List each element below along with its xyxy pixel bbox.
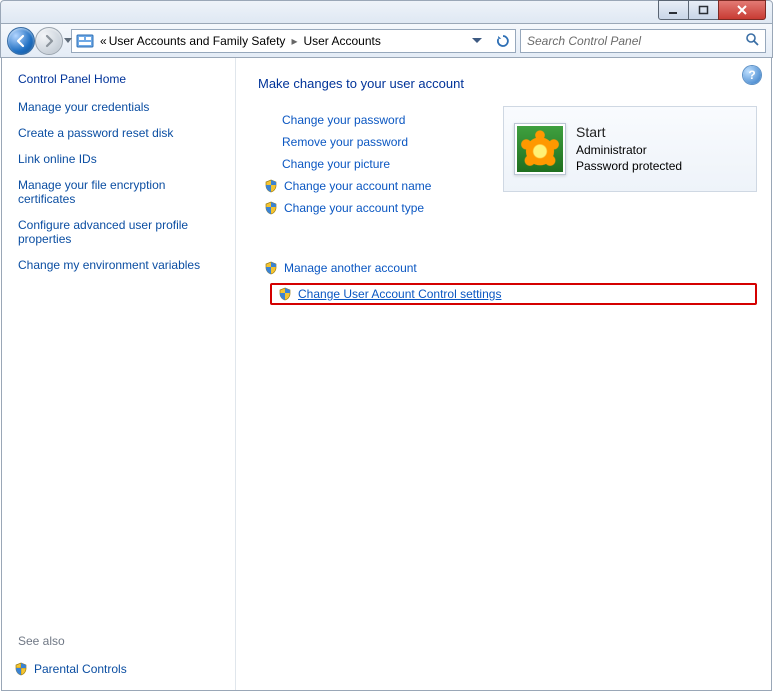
control-panel-icon bbox=[76, 32, 94, 50]
parental-controls-link[interactable]: Parental Controls bbox=[34, 662, 127, 676]
control-panel-home-link[interactable]: Control Panel Home bbox=[18, 72, 225, 86]
minimize-button[interactable] bbox=[658, 0, 689, 20]
shield-icon bbox=[264, 179, 278, 193]
sidebar-link-reset-disk[interactable]: Create a password reset disk bbox=[18, 126, 225, 140]
shield-icon bbox=[14, 662, 28, 676]
task-change-uac-settings[interactable]: Change User Account Control settings bbox=[298, 287, 501, 301]
sidebar-link-encryption-certs[interactable]: Manage your file encryption certificates bbox=[18, 178, 225, 206]
forward-button[interactable] bbox=[35, 27, 63, 55]
account-protection: Password protected bbox=[576, 158, 682, 174]
task-remove-password[interactable]: Remove your password bbox=[282, 135, 408, 149]
task-manage-another-account[interactable]: Manage another account bbox=[284, 261, 417, 275]
see-also-item[interactable]: Parental Controls bbox=[14, 662, 127, 676]
breadcrumb-current[interactable]: User Accounts bbox=[303, 34, 380, 48]
account-info: Start Administrator Password protected bbox=[576, 123, 682, 174]
account-name: Start bbox=[576, 123, 682, 142]
shield-icon bbox=[278, 287, 292, 301]
help-button[interactable]: ? bbox=[743, 66, 761, 84]
sidebar-link-credentials[interactable]: Manage your credentials bbox=[18, 100, 225, 114]
address-history-dropdown[interactable] bbox=[467, 31, 487, 51]
sidebar-link-profile-props[interactable]: Configure advanced user profile properti… bbox=[18, 218, 225, 246]
shield-icon bbox=[264, 261, 278, 275]
sidebar: Control Panel Home Manage your credentia… bbox=[2, 58, 236, 690]
recent-pages-dropdown[interactable] bbox=[63, 34, 73, 48]
content: Control Panel Home Manage your credentia… bbox=[1, 57, 772, 691]
account-avatar bbox=[514, 123, 566, 175]
title-bar bbox=[0, 0, 773, 24]
sidebar-link-online-ids[interactable]: Link online IDs bbox=[18, 152, 225, 166]
chevron-right-icon: ▸ bbox=[291, 34, 297, 48]
search-input[interactable] bbox=[525, 33, 745, 49]
task-change-picture[interactable]: Change your picture bbox=[282, 157, 390, 171]
search-box[interactable] bbox=[520, 29, 766, 53]
maximize-button[interactable] bbox=[688, 0, 719, 20]
breadcrumb-parent[interactable]: User Accounts and Family Safety bbox=[109, 34, 286, 48]
page-heading: Make changes to your user account bbox=[258, 76, 757, 91]
main-panel: ? Make changes to your user account Chan… bbox=[236, 58, 771, 690]
breadcrumb-prefix: « bbox=[100, 34, 107, 48]
see-also-label: See also bbox=[18, 634, 65, 648]
breadcrumb[interactable]: « User Accounts and Family Safety ▸ User… bbox=[100, 34, 461, 48]
nav-buttons bbox=[7, 27, 67, 55]
account-summary-box: Start Administrator Password protected bbox=[503, 106, 757, 192]
close-button[interactable] bbox=[718, 0, 766, 20]
task-change-password[interactable]: Change your password bbox=[282, 113, 405, 127]
back-button[interactable] bbox=[7, 27, 35, 55]
highlighted-task-row: Change User Account Control settings bbox=[270, 283, 757, 305]
task-change-account-name[interactable]: Change your account name bbox=[284, 179, 431, 193]
refresh-button[interactable] bbox=[493, 31, 513, 51]
nav-bar: « User Accounts and Family Safety ▸ User… bbox=[0, 24, 773, 58]
sidebar-link-env-vars[interactable]: Change my environment variables bbox=[18, 258, 225, 272]
task-change-account-type[interactable]: Change your account type bbox=[284, 201, 424, 215]
shield-icon bbox=[264, 201, 278, 215]
address-bar[interactable]: « User Accounts and Family Safety ▸ User… bbox=[71, 29, 516, 53]
account-role: Administrator bbox=[576, 142, 682, 158]
window-buttons bbox=[659, 0, 766, 20]
search-icon[interactable] bbox=[745, 32, 761, 49]
